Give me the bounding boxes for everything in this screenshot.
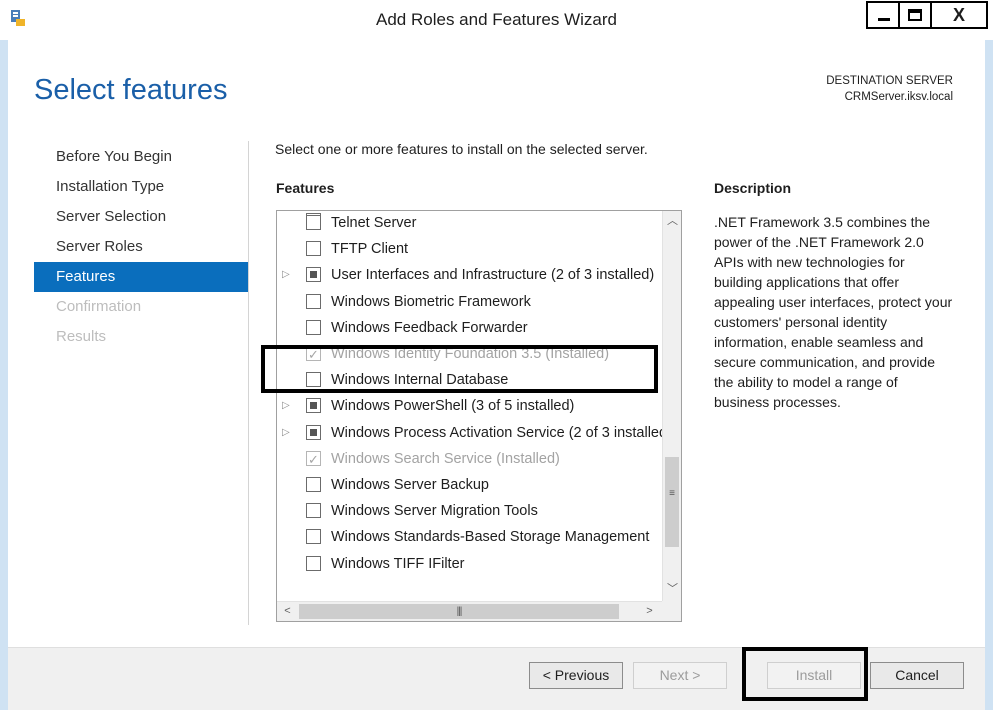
feature-label: Windows Feedback Forwarder xyxy=(331,319,528,336)
scrollbar-corner xyxy=(662,601,681,621)
window-title: Add Roles and Features Wizard xyxy=(376,10,617,29)
window-border-left xyxy=(0,40,8,710)
destination-server-info: DESTINATION SERVER CRMServer.iksv.local xyxy=(826,73,953,105)
close-button[interactable]: X xyxy=(930,1,988,29)
feature-label: Windows Server Migration Tools xyxy=(331,503,538,520)
feature-label: Telnet Server xyxy=(331,215,417,231)
feature-row[interactable]: Windows Standards-Based Storage Manageme… xyxy=(277,524,663,550)
expand-chevron-icon[interactable]: ▷ xyxy=(282,420,292,446)
feature-label: Windows Process Activation Service (2 of… xyxy=(331,424,663,441)
feature-checkbox[interactable] xyxy=(306,267,321,283)
feature-label: TFTP Client xyxy=(331,241,409,258)
highlight-box-install xyxy=(742,647,868,701)
scroll-left-icon[interactable]: < xyxy=(279,603,296,620)
feature-checkbox[interactable] xyxy=(306,293,321,309)
feature-row[interactable]: ▷ Windows PowerShell (3 of 5 installed) xyxy=(277,393,663,419)
window-border-right xyxy=(985,40,993,710)
feature-row[interactable]: ▷ Windows Process Activation Service (2 o… xyxy=(277,420,663,446)
grip-icon: ≡ xyxy=(669,488,675,499)
feature-checkbox[interactable] xyxy=(306,241,321,257)
feature-row[interactable]: Windows Server Migration Tools xyxy=(277,498,663,524)
feature-label: Windows Standards-Based Storage Manageme… xyxy=(331,529,650,546)
nav-item-features[interactable]: Features xyxy=(34,262,248,292)
highlight-box-identity-foundation xyxy=(261,345,658,393)
destination-server: CRMServer.iksv.local xyxy=(844,91,953,103)
feature-row[interactable]: Windows TIFF IFilter xyxy=(277,551,663,577)
expand-chevron-icon[interactable]: ▷ xyxy=(282,393,292,419)
nav-divider xyxy=(248,141,249,625)
grip-icon: ||| xyxy=(456,606,463,617)
feature-label: User Interfaces and Infrastructure (2 of… xyxy=(331,267,655,284)
features-header: Features xyxy=(276,180,335,196)
feature-checkbox[interactable] xyxy=(306,424,321,440)
feature-row[interactable]: TFTP Client xyxy=(277,236,663,262)
feature-checkbox[interactable] xyxy=(306,215,321,230)
nav-item-before-you-begin[interactable]: Before You Begin xyxy=(34,142,248,172)
minimize-button[interactable] xyxy=(866,1,900,29)
feature-row[interactable]: Windows Server Backup xyxy=(277,472,663,498)
feature-label: Windows PowerShell (3 of 5 installed) xyxy=(331,398,575,415)
nav-item-server-selection[interactable]: Server Selection xyxy=(34,202,248,232)
feature-checkbox[interactable] xyxy=(306,477,321,492)
feature-label: Windows Search Service (Installed) xyxy=(331,450,560,467)
nav-item-results: Results xyxy=(56,328,107,345)
instruction-text: Select one or more features to install o… xyxy=(275,141,648,157)
feature-row: Windows Search Service (Installed) xyxy=(277,446,663,473)
feature-checkbox[interactable] xyxy=(306,529,321,545)
expand-chevron-icon[interactable]: ▷ xyxy=(282,262,292,288)
feature-checkbox[interactable] xyxy=(306,503,321,519)
nav-item-server-roles[interactable]: Server Roles xyxy=(34,232,248,262)
scroll-down-icon[interactable]: ﹀ xyxy=(664,581,681,598)
previous-button[interactable]: < Previous xyxy=(529,662,623,689)
horizontal-scrollbar[interactable]: < ||| > xyxy=(277,601,663,621)
feature-checkbox[interactable] xyxy=(306,319,321,335)
vertical-scrollbar[interactable]: ︿ ≡ ﹀ xyxy=(662,211,681,601)
scroll-up-icon[interactable]: ︿ xyxy=(664,213,681,230)
description-header: Description xyxy=(714,180,792,196)
feature-label: Windows Biometric Framework xyxy=(331,293,531,310)
next-button: Next > xyxy=(633,662,727,689)
destination-label: DESTINATION SERVER xyxy=(826,75,953,87)
feature-checkbox xyxy=(306,447,321,473)
window-controls: X xyxy=(866,1,988,29)
feature-checkbox[interactable] xyxy=(306,398,321,414)
description-text: .NET Framework 3.5 combines the power of… xyxy=(714,214,953,410)
feature-label: Windows TIFF IFilter xyxy=(331,555,465,572)
feature-label: Windows Server Backup xyxy=(331,477,489,493)
scroll-right-icon[interactable]: > xyxy=(641,603,658,620)
maximize-icon xyxy=(908,9,922,21)
window-titlebar: Add Roles and Features Wizard X xyxy=(0,0,993,40)
feature-row[interactable]: Telnet Server xyxy=(277,211,663,236)
close-icon: X xyxy=(952,5,965,25)
page-title: Select features xyxy=(34,74,228,106)
nav-item-confirmation: Confirmation xyxy=(56,298,142,315)
maximize-button[interactable] xyxy=(898,1,932,29)
cancel-button[interactable]: Cancel xyxy=(870,662,964,689)
minimize-icon xyxy=(878,18,890,21)
wizard-nav: Before You Begin Installation Type Serve… xyxy=(34,142,248,352)
horizontal-scroll-thumb[interactable]: ||| xyxy=(299,604,619,619)
feature-row[interactable]: Windows Feedback Forwarder xyxy=(277,315,663,341)
features-list[interactable]: Telnet Server TFTP Client ▷ User Interfaces… xyxy=(276,210,682,622)
nav-item-installation-type[interactable]: Installation Type xyxy=(34,172,248,202)
feature-row[interactable]: ▷ User Interfaces and Infrastructure (2 o… xyxy=(277,262,663,288)
features-list-viewport: Telnet Server TFTP Client ▷ User Interfaces… xyxy=(277,211,663,605)
feature-row[interactable]: Windows Biometric Framework xyxy=(277,289,663,315)
feature-checkbox[interactable] xyxy=(306,555,321,571)
vertical-scroll-thumb[interactable]: ≡ xyxy=(665,457,679,547)
